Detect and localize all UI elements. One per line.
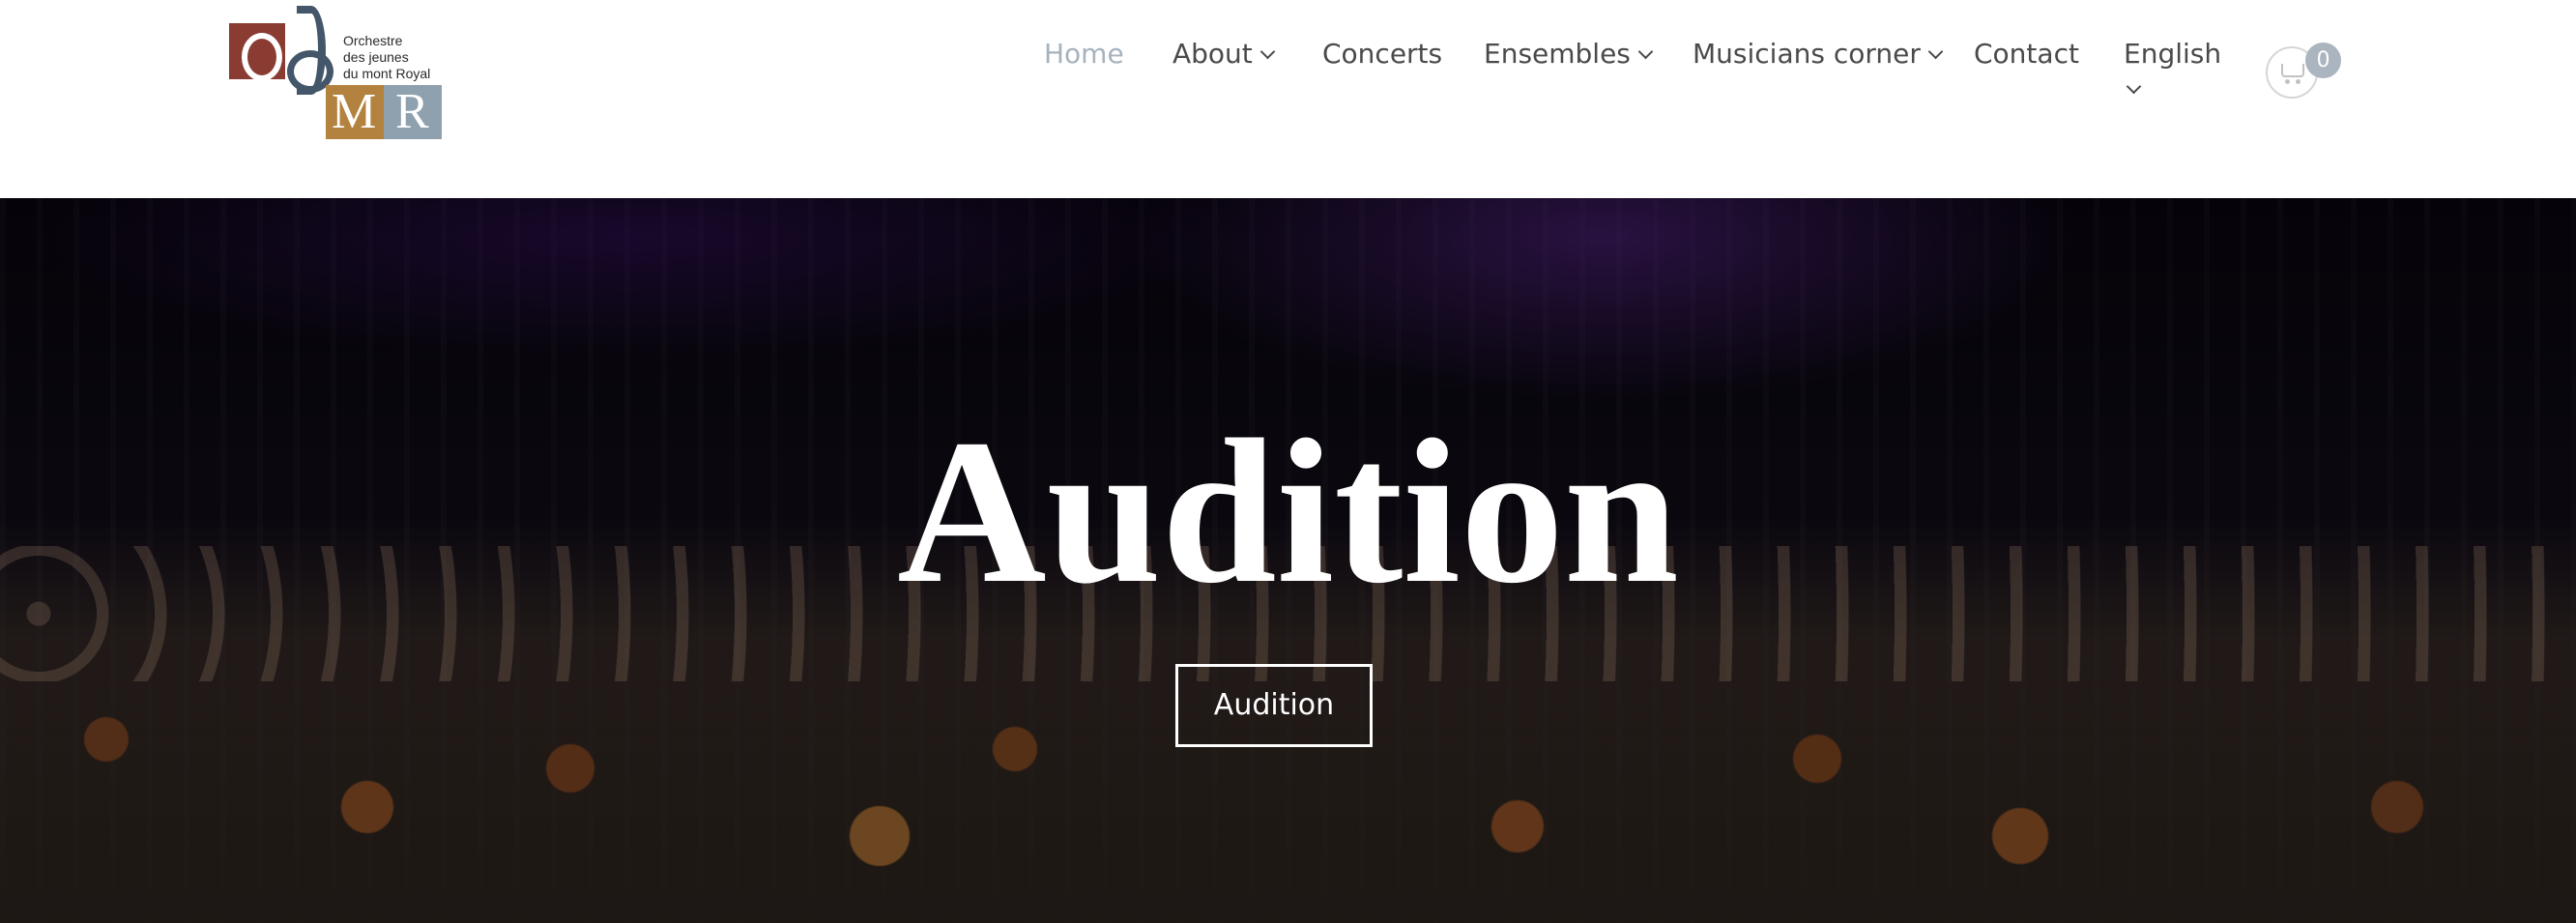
logo-line: Orchestre (343, 33, 403, 48)
cart-count-badge: 0 (2305, 43, 2341, 78)
chevron-down-icon (1637, 43, 1654, 60)
logo-mark-m (326, 85, 384, 139)
chevron-down-icon[interactable] (2126, 78, 2142, 95)
site-logo[interactable]: Orchestre des jeunes du mont Royal (229, 0, 442, 140)
nav-ensembles-label: Ensembles (1484, 38, 1631, 70)
hero-banner: Audition Audition (0, 198, 2576, 923)
nav-musicians-corner-label: Musicians corner (1693, 38, 1921, 70)
treble-clef-icon (285, 6, 335, 95)
nav-contact[interactable]: Contact (1974, 35, 2079, 73)
logo-wordmark: Orchestre des jeunes du mont Royal (343, 33, 430, 82)
nav-about-label: About (1172, 38, 1253, 70)
nav-ensembles[interactable]: Ensembles (1484, 35, 1654, 73)
nav-contact-label: Contact (1974, 38, 2079, 70)
nav-language[interactable]: English (2124, 35, 2221, 73)
nav-home-label: Home (1044, 38, 1124, 70)
nav-language-label: English (2124, 38, 2222, 70)
cart-icon (2281, 64, 2304, 84)
logo-mark-o (229, 23, 285, 81)
nav-musicians-corner[interactable]: Musicians corner (1693, 35, 1944, 73)
logo-line: du mont Royal (343, 66, 431, 81)
hero-title: Audition (897, 397, 1679, 626)
chevron-down-icon (1259, 43, 1276, 60)
logo-line: des jeunes (343, 49, 409, 65)
logo-mark-r (384, 85, 442, 139)
nav-concerts[interactable]: Concerts (1322, 35, 1442, 73)
audition-button[interactable]: Audition (1175, 664, 1373, 747)
chevron-down-icon (1927, 43, 1944, 60)
nav-concerts-label: Concerts (1322, 38, 1443, 70)
nav-about[interactable]: About (1172, 35, 1276, 73)
site-header: Orchestre des jeunes du mont Royal Home … (0, 0, 2576, 198)
nav-home[interactable]: Home (1044, 35, 1124, 73)
